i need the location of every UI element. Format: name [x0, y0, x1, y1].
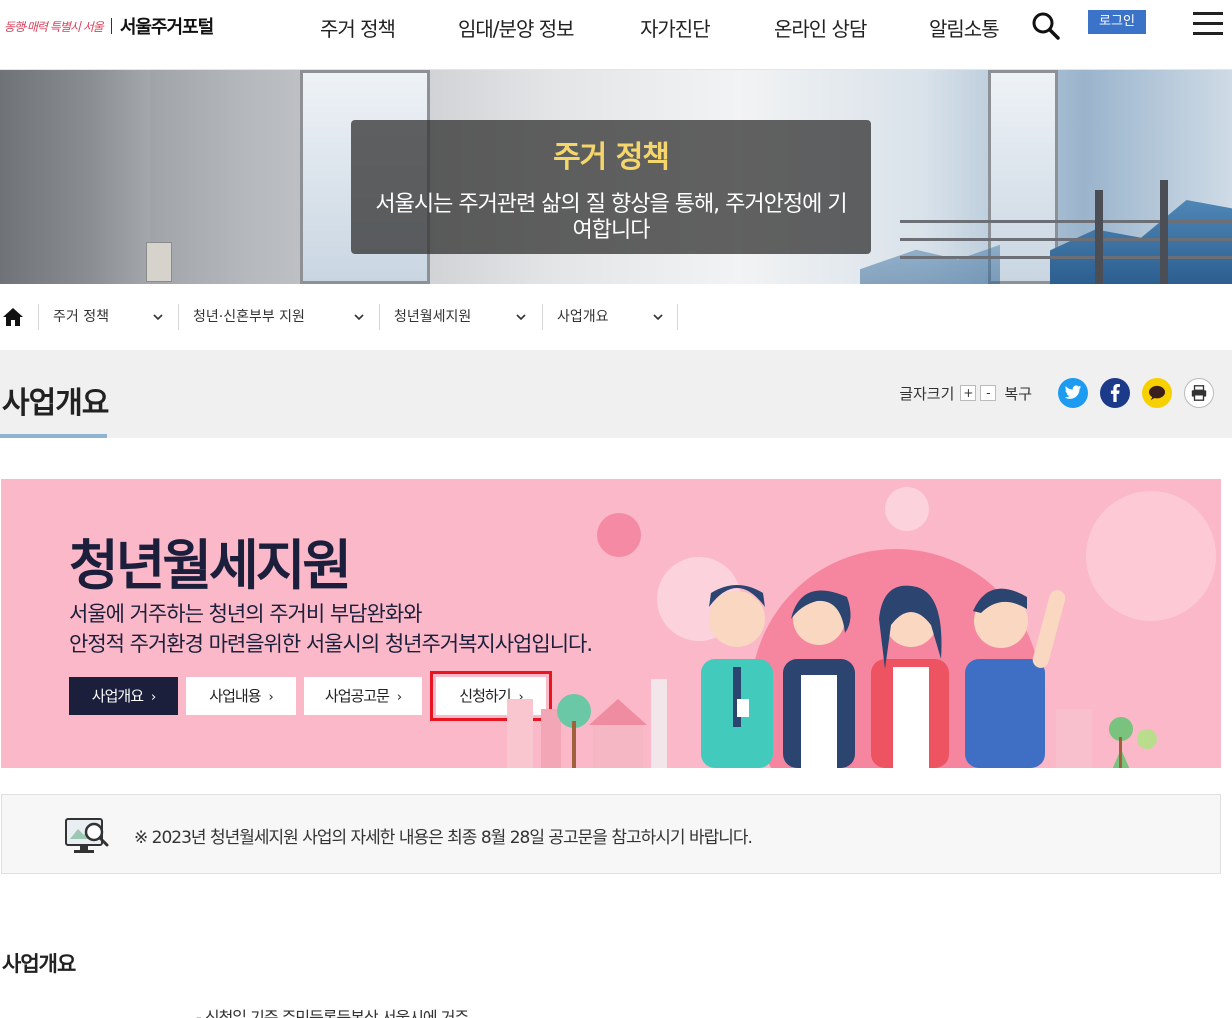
nav-housing-policy[interactable]: 주거 정책: [320, 13, 396, 42]
hamburger-menu-icon[interactable]: [1193, 12, 1223, 36]
tab-label: 사업개요: [91, 687, 144, 705]
monitor-search-icon: [65, 818, 109, 853]
program-banner: 청년월세지원 서울에 거주하는 청년의 주거비 부담완화와 안정적 주거환경 마…: [1, 479, 1221, 768]
rail-decoration: [900, 220, 1232, 223]
section-text-line: - 신청일 기준 주민등록등본상 서울시에 거주: [196, 1008, 469, 1018]
login-button[interactable]: 로그인: [1088, 10, 1146, 34]
print-icon[interactable]: [1184, 378, 1214, 408]
nav-online-consult[interactable]: 온라인 상담: [774, 13, 867, 42]
rail-decoration: [900, 238, 1232, 241]
nav-notice[interactable]: 알림소통: [929, 13, 1000, 42]
breadcrumb-label: 사업개요: [557, 309, 609, 325]
chevron-down-icon: [153, 314, 163, 321]
young-people-illustration: [507, 585, 1157, 768]
nav-self-diagnosis[interactable]: 자가진단: [640, 13, 711, 42]
hero-title: 주거 정책: [553, 140, 670, 175]
logo-name: 서울주거포털: [119, 17, 214, 38]
logo-slogan: 동행·매력 특별시 서울: [4, 19, 104, 34]
home-icon[interactable]: [2, 306, 24, 328]
section-title: 사업개요: [2, 952, 76, 976]
chevron-down-icon: [516, 314, 526, 321]
font-decrease-button[interactable]: -: [980, 385, 997, 401]
page-title-bar: 사업개요 글자크기 + - 복구: [0, 350, 1232, 438]
breadcrumb-item-housing-policy[interactable]: 주거 정책: [38, 304, 178, 330]
site-header: 동행·매력 특별시 서울 서울주거포털 주거 정책 임대/분양 정보 자가진단 …: [0, 0, 1232, 70]
chevron-right-icon: ›: [151, 690, 156, 705]
chevron-down-icon: [653, 314, 663, 321]
site-logo[interactable]: 동행·매력 특별시 서울 서울주거포털: [4, 12, 214, 40]
chevron-down-icon: [354, 314, 364, 321]
font-reset-button[interactable]: 복구: [1004, 383, 1032, 404]
bubble-decoration: [885, 487, 929, 531]
notice-text: ※ 2023년 청년월세지원 사업의 자세한 내용은 최종 8월 28일 공고문…: [134, 828, 753, 848]
light-switch-decoration: [146, 242, 172, 282]
facebook-share-icon[interactable]: [1100, 378, 1130, 408]
tab-announcement-button[interactable]: 사업공고문 ›: [304, 677, 422, 715]
chevron-right-icon: ›: [268, 690, 274, 705]
mountain-decoration: [1050, 200, 1232, 284]
post-decoration: [1095, 190, 1103, 284]
breadcrumb-label: 주거 정책: [53, 309, 109, 325]
breadcrumb-item-youth-rent[interactable]: 청년월세지원: [379, 304, 542, 330]
font-size-label: 글자크기: [899, 384, 955, 403]
tab-content-button[interactable]: 사업내용 ›: [186, 677, 296, 715]
nav-rental-sale-info[interactable]: 임대/분양 정보: [458, 13, 574, 42]
breadcrumb: 주거 정책 청년·신혼부부 지원 청년월세지원 사업개요: [0, 284, 1232, 350]
hero-caption: 주거 정책 서울시는 주거관련 삶의 질 향상을 통해, 주거안정에 기여합니다: [351, 120, 871, 254]
twitter-share-icon[interactable]: [1058, 378, 1088, 408]
title-underline: [0, 434, 107, 438]
font-increase-button[interactable]: +: [960, 385, 977, 401]
breadcrumb-label: 청년월세지원: [394, 309, 472, 325]
tab-overview-button[interactable]: 사업개요 ›: [69, 677, 178, 715]
kakao-share-icon[interactable]: [1142, 378, 1172, 408]
hero-banner: 주거 정책 서울시는 주거관련 삶의 질 향상을 통해, 주거안정에 기여합니다: [0, 70, 1232, 284]
tab-label: 사업공고문: [324, 687, 390, 705]
breadcrumb-label: 청년·신혼부부 지원: [193, 309, 305, 325]
logo-divider: [110, 18, 112, 34]
mountain-decoration: [860, 244, 1000, 284]
banner-tab-buttons: 사업개요 › 사업내용 › 사업공고문 › 신청하기 ›: [69, 671, 554, 721]
hero-description: 서울시는 주거관련 삶의 질 향상을 통해, 주거안정에 기여합니다: [375, 192, 847, 243]
chevron-right-icon: ›: [396, 690, 402, 705]
breadcrumb-item-youth-newlywed[interactable]: 청년·신혼부부 지원: [178, 304, 379, 330]
page-tools: 글자크기 + - 복구: [899, 376, 1214, 410]
page-title: 사업개요: [2, 386, 109, 421]
notice-box: ※ 2023년 청년월세지원 사업의 자세한 내용은 최종 8월 28일 공고문…: [1, 794, 1221, 874]
breadcrumb-item-overview[interactable]: 사업개요: [542, 304, 678, 330]
search-icon[interactable]: [1030, 10, 1062, 42]
banner-title: 청년월세지원: [69, 534, 352, 597]
rail-decoration: [900, 256, 1232, 259]
tab-label: 사업내용: [209, 687, 261, 705]
hero-wall-decoration: [0, 70, 150, 284]
post-decoration: [1160, 180, 1168, 284]
